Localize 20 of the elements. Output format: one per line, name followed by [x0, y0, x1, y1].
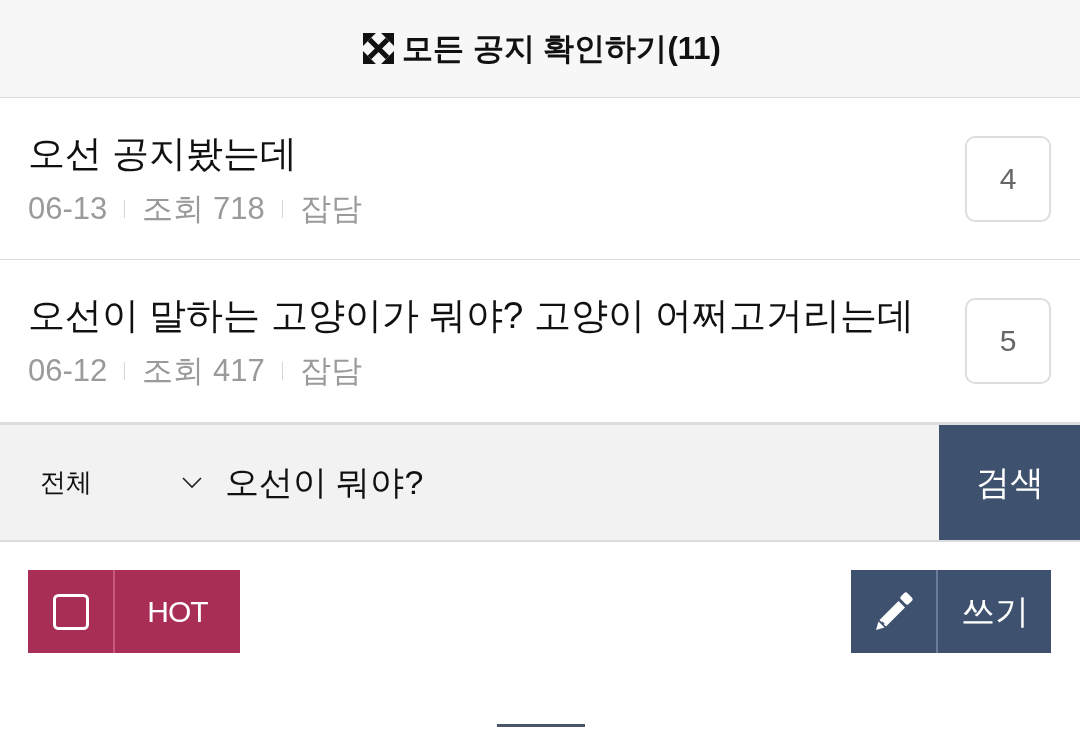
post-category: 잡담 [299, 353, 362, 389]
checkbox-icon[interactable] [52, 593, 89, 630]
search-button[interactable]: 검색 [939, 425, 1080, 540]
post-title-link[interactable]: 오선이 말하는 고양이가 뭐야? 고양이 어쩌고거리는데 [28, 293, 914, 339]
post-date: 06-12 [28, 353, 108, 389]
comment-count[interactable]: 4 [965, 135, 1051, 222]
search-input[interactable]: 오선이 뭐야? [202, 425, 939, 540]
all-notices-button[interactable]: 모든 공지 확인하기(11) [359, 27, 721, 70]
post-category: 잡담 [299, 190, 362, 227]
post-date: 06-13 [28, 190, 108, 227]
post-title-link[interactable]: 오선 공지봤는데 [28, 130, 362, 177]
view-count: 조회 417 [142, 353, 265, 389]
hot-filter-button[interactable]: HOT [28, 570, 240, 653]
view-count: 조회 718 [142, 190, 265, 227]
chevron-down-icon [182, 476, 202, 489]
pencil-icon [873, 591, 914, 632]
category-select[interactable]: 전체 [0, 425, 202, 540]
write-button[interactable]: 쓰기 [851, 570, 1051, 653]
comment-count[interactable]: 5 [965, 298, 1051, 384]
expand-arrows-icon [363, 33, 395, 64]
